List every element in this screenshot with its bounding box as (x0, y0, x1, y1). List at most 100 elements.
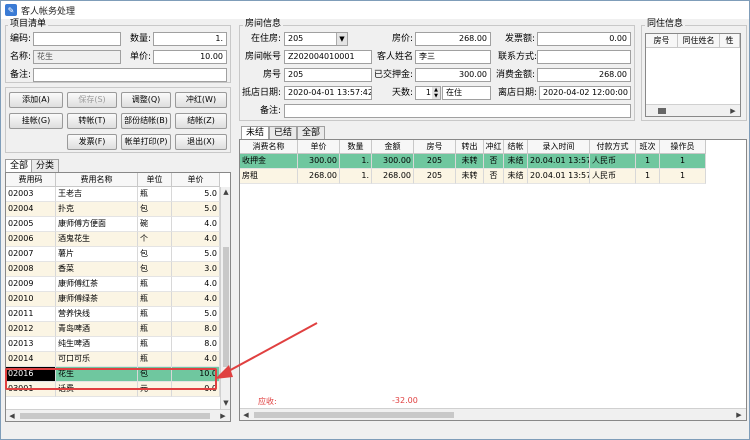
bill-col-price[interactable]: 单价 (298, 140, 340, 154)
col-name[interactable]: 费用名称 (56, 173, 138, 187)
cell-code: 02004 (6, 202, 56, 217)
bill-cell-settle: 未结 (504, 154, 528, 169)
invoice-button[interactable]: 发票(F) (67, 134, 117, 150)
bill-col-shift[interactable]: 班次 (636, 140, 660, 154)
cell-name: 薯片 (56, 247, 138, 262)
tab-category[interactable]: 分类 (31, 159, 60, 172)
hang-account-button[interactable]: 挂帐(G) (9, 113, 63, 129)
hscroll-thumb[interactable] (20, 413, 210, 419)
adjust-button[interactable]: 调整(Q) (121, 92, 171, 108)
exit-button[interactable]: 退出(X) (175, 134, 227, 150)
bill-cell-room: 205 (414, 154, 456, 169)
bill-scroll-right-icon[interactable]: ▶ (734, 410, 744, 420)
cohabit-col-room[interactable]: 房号 (646, 34, 678, 48)
save-button[interactable]: 保存(S) (67, 92, 117, 108)
invoice-amount-input[interactable]: 0.00 (537, 32, 631, 46)
chevron-down-icon[interactable]: ▼ (336, 33, 347, 45)
table-row[interactable]: 02012 青岛啤酒瓶 8.0 (6, 322, 220, 337)
cohabit-hscroll[interactable]: ▶ (646, 104, 740, 116)
name-input[interactable]: 花生 (33, 50, 121, 64)
bill-col-out[interactable]: 转出 (456, 140, 484, 154)
contact-input[interactable] (537, 50, 631, 64)
tab-all-items[interactable]: 全部 (5, 159, 34, 172)
bill-table-hscroll[interactable]: ◀ ▶ (240, 408, 746, 420)
print-bill-button[interactable]: 帐单打印(P) (121, 134, 171, 150)
scroll-up-icon[interactable]: ▲ (221, 187, 230, 197)
table-row[interactable]: 02014 可口可乐瓶 4.0 (6, 352, 220, 367)
bill-cell-amount: 268.00 (372, 169, 414, 184)
table-row[interactable]: 02007 薯片包 5.0 (6, 247, 220, 262)
depart-date-input[interactable]: 2020-04-02 12:00:00 (539, 86, 631, 100)
bill-col-time[interactable]: 录入时间 (528, 140, 590, 154)
room-remark-input[interactable] (284, 104, 631, 118)
qty-input[interactable]: 1. (153, 32, 227, 46)
cohabit-col-sex[interactable]: 性 (720, 34, 740, 48)
item-remark-input[interactable] (33, 68, 227, 82)
scroll-right-icon[interactable]: ▶ (218, 411, 228, 421)
bill-col-amount[interactable]: 金额 (372, 140, 414, 154)
deposit-label: 已交押金: (373, 70, 413, 80)
col-code[interactable]: 费用码 (6, 173, 56, 187)
bill-col-name[interactable]: 消费名称 (240, 140, 298, 154)
add-button[interactable]: 添加(A) (9, 92, 63, 108)
tab-settled[interactable]: 已结 (269, 126, 298, 139)
scroll-down-icon[interactable]: ▼ (221, 398, 230, 408)
consume-amount-input[interactable]: 268.00 (537, 68, 631, 82)
cell-price: 4.0 (172, 217, 220, 232)
code-input[interactable] (33, 32, 121, 46)
partial-checkout-button[interactable]: 部份结帐(B) (121, 113, 171, 129)
room-no-input[interactable]: 205 (284, 68, 372, 82)
code-label: 编码: (9, 34, 31, 44)
cohabit-col-name[interactable]: 同住姓名 (678, 34, 720, 48)
bill-cell-red: 否 (484, 154, 504, 169)
price-input[interactable]: 10.00 (153, 50, 227, 64)
bill-scroll-left-icon[interactable]: ◀ (241, 410, 251, 420)
room-price-input[interactable]: 268.00 (415, 32, 491, 46)
guest-name-label: 客人姓名 (376, 52, 413, 62)
bill-cell-pay: 人民币 (590, 154, 636, 169)
tab-unsettled[interactable]: 未结 (241, 126, 270, 139)
table-row[interactable]: 02004 扑克包 5.0 (6, 202, 220, 217)
cell-code: 02005 (6, 217, 56, 232)
item-remark-label: 备注: (9, 70, 31, 80)
scroll-left-icon[interactable]: ◀ (7, 411, 17, 421)
account-input[interactable]: Z202004010001 (284, 50, 372, 64)
cell-name: 扑克 (56, 202, 138, 217)
reverse-button[interactable]: 冲红(W) (175, 92, 227, 108)
cell-name: 可口可乐 (56, 352, 138, 367)
spinner-arrows-icon[interactable]: ▲ ▼ (432, 87, 440, 99)
table-row[interactable]: 02013 纯生啤酒瓶 8.0 (6, 337, 220, 352)
guest-name-input[interactable]: 李三 (415, 50, 491, 64)
bill-col-room[interactable]: 房号 (414, 140, 456, 154)
deposit-input[interactable]: 300.00 (415, 68, 491, 82)
cell-code: 02007 (6, 247, 56, 262)
cell-unit: 瓶 (138, 277, 172, 292)
bill-row[interactable]: 收押金 300.00 1. 300.00 205 未转否未结 20.04.01 13:57 人… (240, 154, 706, 169)
table-row[interactable]: 02006 酒鬼花生个 4.0 (6, 232, 220, 247)
table-row[interactable]: 02005 康师傅方便面碗 4.0 (6, 217, 220, 232)
bill-col-settle[interactable]: 结帐 (504, 140, 528, 154)
checkout-button[interactable]: 结帐(Z) (175, 113, 227, 129)
bill-col-op[interactable]: 操作员 (660, 140, 706, 154)
table-row[interactable]: 02003 王老吉瓶 5.0 (6, 187, 220, 202)
table-row[interactable]: 02010 康师傅绿茶瓶 4.0 (6, 292, 220, 307)
cohabit-hscroll-thumb[interactable] (658, 108, 666, 114)
table-row[interactable]: 02008 香菜包 3.0 (6, 262, 220, 277)
col-unit[interactable]: 单位 (138, 173, 172, 187)
bill-row[interactable]: 房租 268.00 1. 268.00 205 未转否未结 20.04.01 13:57 人民… (240, 169, 706, 184)
table-row[interactable]: 02009 康师傅红茶瓶 4.0 (6, 277, 220, 292)
table-row[interactable]: 02011 营养快线瓶 5.0 (6, 307, 220, 322)
item-table-hscroll[interactable]: ◀ ▶ (6, 409, 230, 421)
arrive-date-input[interactable]: 2020-04-01 13:57:42 (284, 86, 372, 100)
col-price[interactable]: 单价 (172, 173, 220, 187)
window-title: 客人帐务处理 (21, 6, 76, 17)
bill-col-red[interactable]: 冲红 (484, 140, 504, 154)
cohabit-scroll-right-icon[interactable]: ▶ (728, 106, 738, 116)
bill-col-qty[interactable]: 数量 (340, 140, 372, 154)
transfer-button[interactable]: 转帐(T) (67, 113, 117, 129)
cell-name: 酒鬼花生 (56, 232, 138, 247)
bill-cell-shift: 1 (636, 154, 660, 169)
bill-hscroll-thumb[interactable] (254, 412, 454, 418)
bill-col-pay[interactable]: 付款方式 (590, 140, 636, 154)
tab-all-bills[interactable]: 全部 (297, 126, 326, 139)
